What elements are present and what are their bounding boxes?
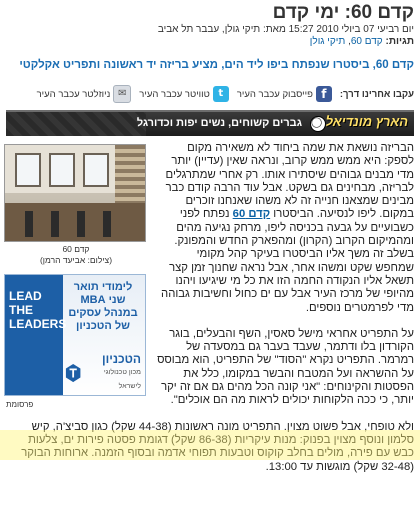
ad-label: פרסומת <box>6 400 34 409</box>
banner-pattern <box>6 112 146 136</box>
article-body: קדם 60 (צילום: אביעד הרמן) LEAD THE LEAD… <box>4 142 414 487</box>
ad-brand: הטכניון מכון טכנולוגי לישראל <box>65 352 141 390</box>
photo-window <box>49 153 75 187</box>
photo-title: קדם 60 <box>62 244 90 254</box>
photo-shelf <box>115 145 145 205</box>
technion-logo-icon <box>65 363 81 383</box>
article-meta: יום רביעי 07 ביולי 2010 15:27 מאת: תיקי … <box>157 24 414 35</box>
page-title: קדם 60: ימי קדם <box>272 2 414 23</box>
tags-label: תגיות: <box>385 36 414 47</box>
follow-bar: עקבו אחרינו דרך: f פייסבוק עכבר העיר t ט… <box>6 82 414 106</box>
newsletter-label: ניוזלטר עכבר העיר <box>36 88 111 100</box>
twitter-link[interactable]: t טוויטר עכבר העיר <box>139 86 229 102</box>
ad-lead-text: LEAD THE LEADERS <box>9 289 67 331</box>
ad-left-panel: LEAD THE LEADERS <box>5 275 67 395</box>
twitter-icon: t <box>212 86 229 102</box>
body-paragraph-3: ולא טופחי, אבל פשוט מצוין. התפריט מונה ר… <box>21 420 414 473</box>
article-page: קדם 60: ימי קדם יום רביעי 07 ביולי 2010 … <box>0 0 420 512</box>
facebook-label: פייסבוק עכבר העיר <box>236 88 313 100</box>
facebook-icon: f <box>315 86 332 102</box>
technion-ad[interactable]: LEAD THE LEADERS לימודי תואר שני MBA במנ… <box>4 274 146 396</box>
follow-label: עקבו אחרינו דרך: <box>339 88 414 100</box>
ad-brand-sub: מכון טכנולוגי לישראל <box>103 369 141 390</box>
restaurant-photo[interactable] <box>4 144 146 242</box>
newsletter-icon: ✉ <box>113 85 132 103</box>
media-column: קדם 60 (צילום: אביעד הרמן) LEAD THE LEAD… <box>4 144 146 411</box>
photo-stool <box>25 211 33 237</box>
photo-window <box>83 153 109 187</box>
photo-stool <box>103 211 111 237</box>
section-slogan: גברים קשוחים, נשים יפות וכדורגל <box>136 117 302 129</box>
kedem-link[interactable]: קדם 60 <box>233 208 270 220</box>
article-subhead: קדם 60, ביסטרו שנפתח ביפו ליד הים, מציע … <box>19 59 414 71</box>
tag-link-author[interactable]: תיקי גולן <box>310 36 346 47</box>
section-banner[interactable]: הארץ מונדיאל גברים קשוחים, נשים יפות וכד… <box>6 110 414 136</box>
paragraph-text: נפתח לפני כשבועיים על גבעה בכניסה ליפו, … <box>161 208 414 314</box>
mondial-logo: הארץ מונדיאל <box>325 114 408 129</box>
ad-brand-name: הטכניון <box>101 352 141 367</box>
twitter-label: טוויטר עכבר העיר <box>139 88 210 100</box>
photo-credit: (צילום: אביעד הרמן) <box>39 255 113 265</box>
tags-row: תגיות: קדם 60, תיקי גולן <box>309 36 414 47</box>
soccer-ball-icon <box>310 116 326 132</box>
tag-link-kedem[interactable]: קדם 60 <box>351 36 383 47</box>
newsletter-link[interactable]: ✉ ניוזלטר עכבר העיר <box>37 85 132 103</box>
ad-headline: לימודי תואר שני MBA במנהל עסקים של הטכני… <box>68 281 138 332</box>
photo-caption: קדם 60 (צילום: אביעד הרמן) <box>6 244 146 266</box>
facebook-link[interactable]: f פייסבוק עכבר העיר <box>237 86 332 102</box>
photo-stool <box>77 211 85 237</box>
photo-stool <box>51 211 59 237</box>
photo-window <box>15 153 41 187</box>
